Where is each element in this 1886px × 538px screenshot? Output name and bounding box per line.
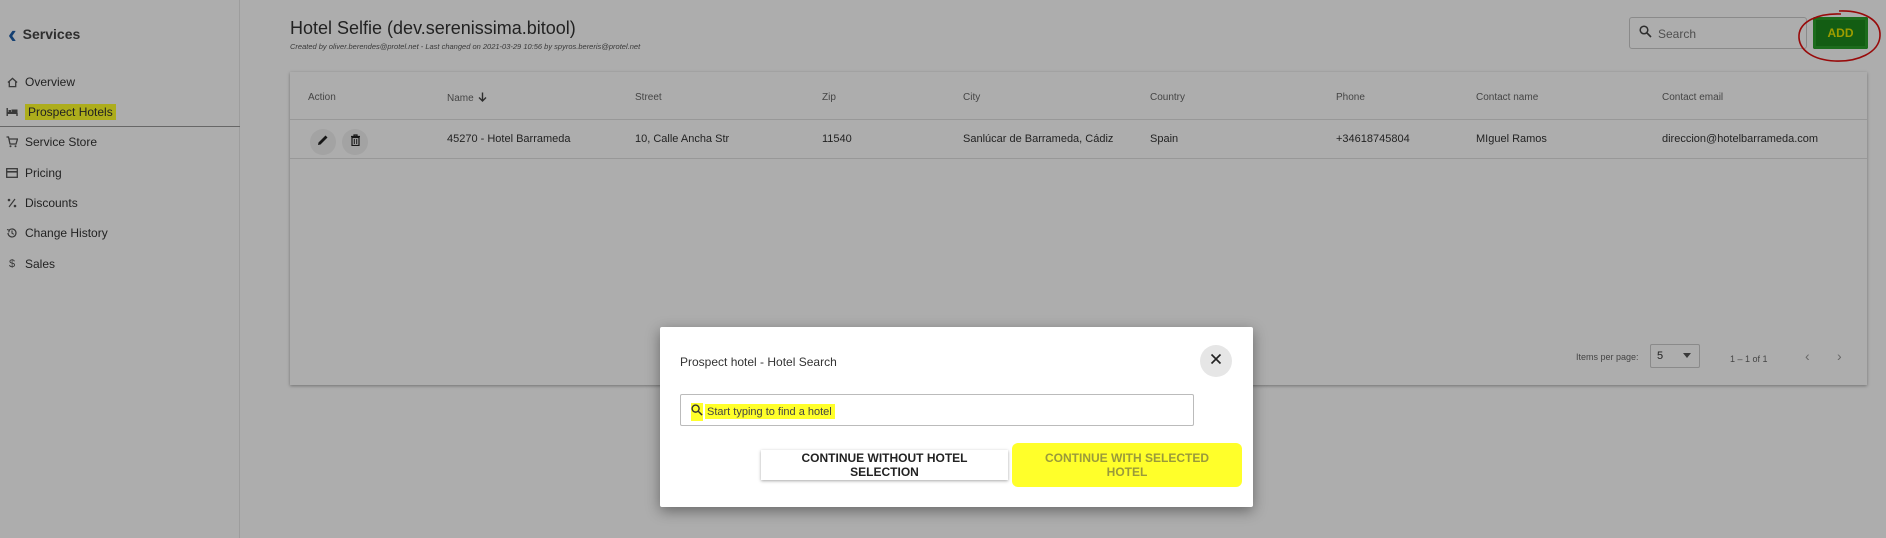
continue-with-selected-hotel-button[interactable]: CONTINUE WITH SELECTED HOTEL — [1018, 450, 1236, 480]
hotel-search-field[interactable] — [680, 394, 1194, 426]
hotel-search-dialog: Prospect hotel - Hotel Search CONTINUE W… — [660, 327, 1253, 507]
search-icon — [691, 403, 703, 421]
continue-without-hotel-button[interactable]: CONTINUE WITHOUT HOTEL SELECTION — [761, 450, 1008, 480]
close-button[interactable] — [1200, 345, 1232, 377]
close-icon — [1210, 352, 1222, 370]
dialog-title: Prospect hotel - Hotel Search — [680, 355, 837, 369]
hotel-search-input[interactable] — [705, 404, 835, 419]
